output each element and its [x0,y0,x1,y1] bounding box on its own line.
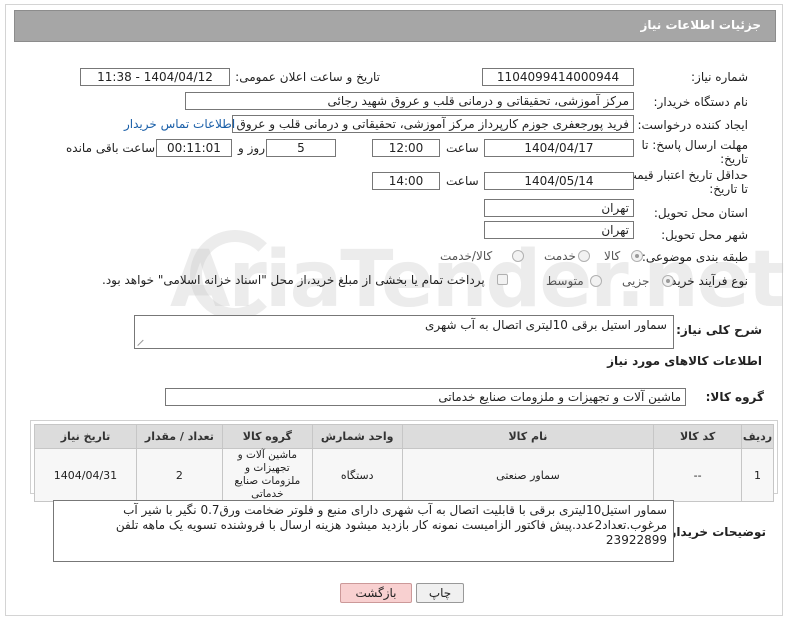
table-row[interactable]: 1 -- سماور صنعتی دستگاه ماشین آلات و تجه… [34,448,774,502]
col-header-unit: واحد شمارش [311,424,403,449]
remaining-field[interactable]: 00:11:01 [156,139,232,157]
category-radio-goods[interactable] [631,250,643,262]
city-field[interactable]: تهران [484,221,634,239]
process-radio-minor[interactable] [662,275,674,287]
validity-time-label: ساعت [446,174,479,188]
province-field[interactable]: تهران [484,199,634,217]
need-number-field[interactable]: 1104099414000944 [482,68,634,86]
col-header-date: تاریخ نیاز [34,424,137,449]
cell-unit: دستگاه [311,448,403,502]
creator-label: ایجاد کننده درخواست: [637,118,748,132]
resize-grip-icon[interactable] [138,338,146,346]
category-option-both: کالا/خدمت [440,249,493,263]
cell-group: ماشین آلات و تجهیزات و ملزومات صنایع خدم… [221,448,313,502]
category-option-goods: کالا [604,249,621,263]
summary-textarea[interactable]: سماور استیل برقی 10لیتری اتصال به آب شهر… [134,315,674,349]
validity-label-date: تا تاریخ: [709,182,748,196]
buyer-notes-text: سماور استیل10لیتری برقی با قابلیت اتصال … [115,503,667,547]
province-label: استان محل تحویل: [653,206,748,220]
category-label: طبقه بندی موضوعی: [641,250,748,264]
buyer-notes-textarea[interactable]: سماور استیل10لیتری برقی با قابلیت اتصال … [53,500,674,562]
remaining-label: ساعت باقی مانده [66,141,156,155]
category-radio-service[interactable] [578,250,590,262]
payment-note: پرداخت تمام یا بخشی از مبلغ خرید،از محل … [102,273,485,287]
cell-date: 1404/04/31 [34,448,137,502]
col-header-row: ردیف [741,424,774,449]
announce-field[interactable]: 1404/04/12 - 11:38 [80,68,230,86]
cell-name: سماور صنعتی [401,448,655,502]
col-header-qty: تعداد / مقدار [135,424,223,449]
goods-group-field[interactable]: ماشین آلات و تجهیزات و ملزومات صنایع خدم… [165,388,686,406]
items-table: ردیف کد کالا نام کالا واحد شمارش گروه کا… [34,424,774,502]
cell-row: 1 [741,448,774,502]
days-label: روز و [238,141,265,155]
buyer-org-field[interactable]: مرکز آموزشی، تحقیقاتی و درمانی قلب و عرو… [185,92,634,110]
page-title: جزئیات اطلاعات نیاز [640,18,761,32]
print-button[interactable]: چاپ [416,583,464,603]
days-field[interactable]: 5 [266,139,336,157]
validity-label: حداقل تاریخ اعتبار قیمت: [621,168,748,182]
col-header-name: نام کالا [401,424,655,449]
category-option-service: خدمت [544,249,576,263]
summary-text: سماور استیل برقی 10لیتری اتصال به آب شهر… [424,318,667,332]
buyer-notes-label: توضیحات خریدار: [664,525,766,539]
validity-date-field[interactable]: 1404/05/14 [484,172,634,190]
creator-field[interactable]: فرید پورجعفری جوزم کارپرداز مرکز آموزشی،… [232,115,634,133]
city-label: شهر محل تحویل: [661,228,748,242]
goods-group-label: گروه کالا: [705,390,764,404]
category-radio-both[interactable] [512,250,524,262]
col-header-code: کد کالا [653,424,743,449]
buyer-org-label: نام دستگاه خریدار: [653,95,749,109]
announce-label: تاریخ و ساعت اعلان عمومی: [235,70,380,84]
validity-time-field[interactable]: 14:00 [372,172,440,190]
buyer-contact-link[interactable]: اطلاعات تماس خریدار [124,117,235,131]
deadline-time-field[interactable]: 12:00 [372,139,440,157]
header-bar: جزئیات اطلاعات نیاز [14,10,776,42]
process-option-medium: متوسط [546,274,584,288]
deadline-time-label: ساعت [446,141,479,155]
process-option-minor: جزیی [622,274,650,288]
cell-code: -- [653,448,743,502]
deadline-label-date: تاریخ: [720,152,748,166]
col-header-group: گروه کالا [221,424,313,449]
treasury-checkbox[interactable] [497,274,508,285]
deadline-date-field[interactable]: 1404/04/17 [484,139,634,157]
deadline-label: مهلت ارسال پاسخ: تا [641,138,748,152]
process-radio-medium[interactable] [590,275,602,287]
summary-label: شرح کلی نیاز: [676,323,762,337]
goods-section-title: اطلاعات کالاهای مورد نیاز [607,354,762,368]
process-label: نوع فرآیند خرید : [663,274,748,288]
back-button[interactable]: بازگشت [340,583,412,603]
cell-qty: 2 [135,448,223,502]
need-number-label: شماره نیاز: [691,70,748,84]
